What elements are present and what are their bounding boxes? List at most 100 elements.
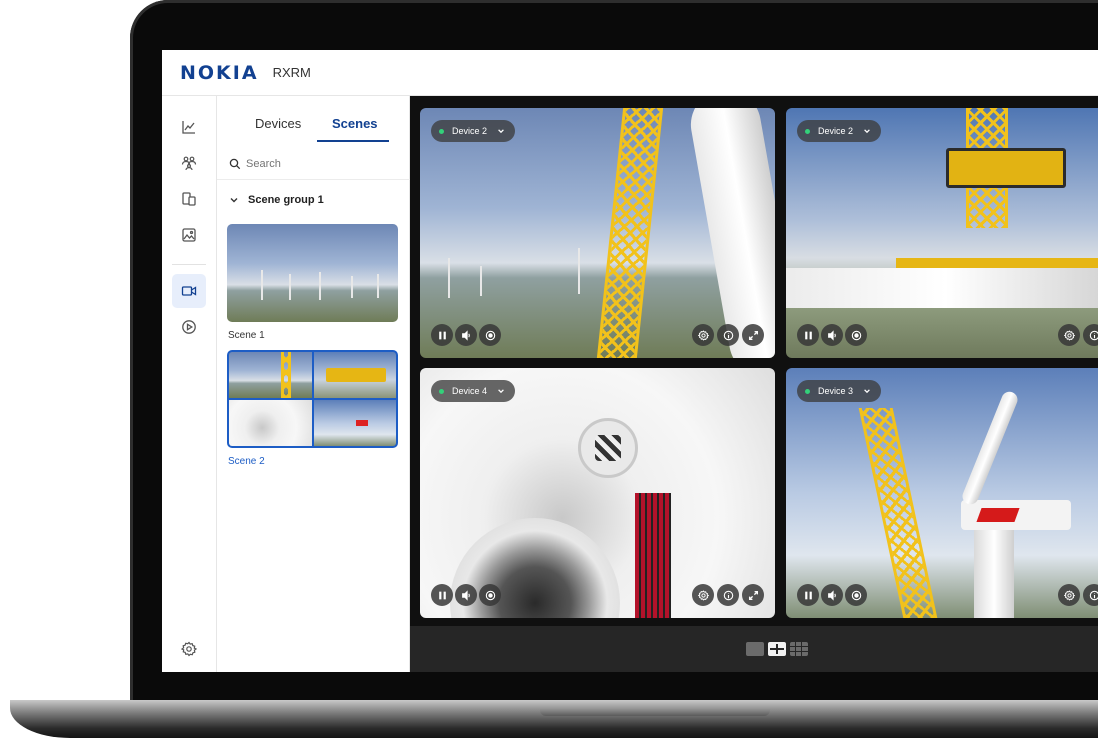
- record-button[interactable]: [845, 324, 867, 346]
- devices-icon: [182, 192, 196, 206]
- active-tab-indicator: [317, 140, 389, 142]
- gear-icon: [181, 641, 197, 657]
- search-input[interactable]: [246, 157, 396, 170]
- chevron-down-icon: [498, 389, 504, 394]
- turbine-blade-graphic: [786, 268, 1098, 308]
- video-tile-1[interactable]: Device 2: [420, 108, 775, 358]
- pause-button[interactable]: [797, 324, 819, 346]
- turbine-graphic: [578, 248, 580, 294]
- speaker-icon: [461, 329, 470, 341]
- turbine-graphic: [448, 258, 450, 298]
- tab-scenes[interactable]: Scenes: [332, 116, 378, 131]
- turbine-graphic: [351, 276, 353, 298]
- users-nav-button[interactable]: [172, 146, 206, 180]
- scene-1-label[interactable]: Scene 1: [228, 330, 265, 341]
- rail-divider: [172, 264, 206, 265]
- turbine-tower-graphic: [974, 518, 1014, 618]
- grid-divider: [770, 648, 784, 650]
- info-icon: [723, 330, 733, 340]
- device-selector[interactable]: Device 2: [431, 120, 516, 142]
- layout-single-button[interactable]: [746, 642, 764, 656]
- scene-2-tile-3: [229, 400, 312, 446]
- gear-icon: [697, 329, 709, 341]
- video-nav-button[interactable]: [172, 274, 206, 308]
- audio-button[interactable]: [821, 584, 843, 606]
- analytics-nav-button[interactable]: [172, 110, 206, 144]
- pause-icon: [438, 591, 446, 599]
- scene-2-tile-4: [314, 400, 396, 446]
- play-icon: [182, 320, 196, 334]
- tile-info-button[interactable]: [717, 584, 739, 606]
- audio-button[interactable]: [455, 584, 477, 606]
- tile-settings-button[interactable]: [692, 584, 714, 606]
- nacelle-graphic: [961, 500, 1071, 530]
- device-name: Device 2: [452, 126, 488, 136]
- layout-grid-3x3-button[interactable]: [790, 642, 808, 656]
- device-selector[interactable]: Device 2: [797, 120, 882, 142]
- nokia-logo[interactable]: NOKIA: [180, 62, 259, 84]
- record-icon: [851, 590, 861, 600]
- turbine-blade-graphic: [960, 389, 1020, 507]
- fullscreen-button[interactable]: [742, 584, 764, 606]
- playback-nav-button[interactable]: [172, 310, 206, 344]
- expand-icon: [748, 590, 758, 600]
- media-nav-button[interactable]: [172, 218, 206, 252]
- media-icon: [182, 228, 196, 242]
- info-icon: [723, 590, 733, 600]
- scene-group-header[interactable]: Scene group 1: [229, 194, 324, 206]
- video-grid: Device 2 Device 2 Device 4 Device 3: [410, 96, 1098, 672]
- audio-button[interactable]: [821, 324, 843, 346]
- video-tile-2[interactable]: Device 2: [786, 108, 1098, 358]
- device-name: Device 4: [452, 386, 488, 396]
- chevron-down-icon: [230, 198, 238, 203]
- turbine-graphic: [289, 274, 291, 300]
- tile-settings-button[interactable]: [1058, 324, 1080, 346]
- hub-port-graphic: [450, 518, 620, 618]
- speaker-icon: [827, 329, 836, 341]
- fullscreen-button[interactable]: [742, 324, 764, 346]
- video-tile-3[interactable]: Device 4: [420, 368, 775, 618]
- panel-tabs: Devices Scenes: [217, 96, 410, 144]
- record-button[interactable]: [479, 324, 501, 346]
- pause-icon: [438, 331, 446, 339]
- device-name: Device 3: [818, 386, 854, 396]
- device-selector[interactable]: Device 3: [797, 380, 882, 402]
- video-tile-4[interactable]: Device 3: [786, 368, 1098, 618]
- settings-nav-button[interactable]: [172, 632, 206, 666]
- sensor-pattern-graphic: [595, 435, 621, 461]
- tile-info-button[interactable]: [717, 324, 739, 346]
- crane-graphic: [858, 408, 938, 618]
- scene-1-thumbnail[interactable]: [227, 224, 398, 322]
- turbine-blade-graphic: [685, 108, 775, 358]
- turbine-graphic: [356, 420, 368, 426]
- status-online-dot: [439, 388, 444, 394]
- devices-nav-button[interactable]: [172, 182, 206, 216]
- pause-button[interactable]: [797, 584, 819, 606]
- tile-settings-button[interactable]: [692, 324, 714, 346]
- device-selector[interactable]: Device 4: [431, 380, 516, 402]
- gear-icon: [697, 589, 709, 601]
- tile-info-button[interactable]: [1083, 584, 1098, 606]
- speaker-icon: [827, 589, 836, 601]
- scene-2-thumbnail[interactable]: [227, 350, 398, 448]
- chevron-down-icon: [864, 389, 870, 394]
- audio-button[interactable]: [455, 324, 477, 346]
- layout-switcher-bar: [410, 626, 1098, 672]
- tile-info-button[interactable]: [1083, 324, 1098, 346]
- nacelle-stripe-graphic: [976, 508, 1020, 522]
- search-box[interactable]: [217, 148, 410, 180]
- tab-devices[interactable]: Devices: [255, 116, 301, 131]
- pause-icon: [804, 331, 812, 339]
- gear-icon: [1063, 589, 1075, 601]
- layout-grid-2x2-button[interactable]: [768, 642, 786, 656]
- lifting-rig-graphic: [946, 148, 1066, 188]
- app-screen: NOKIA RXRM Devices Scenes Search Scene g…: [162, 50, 1098, 672]
- turbine-graphic: [377, 274, 379, 298]
- record-button[interactable]: [845, 584, 867, 606]
- pause-button[interactable]: [431, 584, 453, 606]
- scene-2-label[interactable]: Scene 2: [228, 456, 265, 467]
- laptop-base: [10, 700, 1098, 738]
- tile-settings-button[interactable]: [1058, 584, 1080, 606]
- pause-button[interactable]: [431, 324, 453, 346]
- record-button[interactable]: [479, 584, 501, 606]
